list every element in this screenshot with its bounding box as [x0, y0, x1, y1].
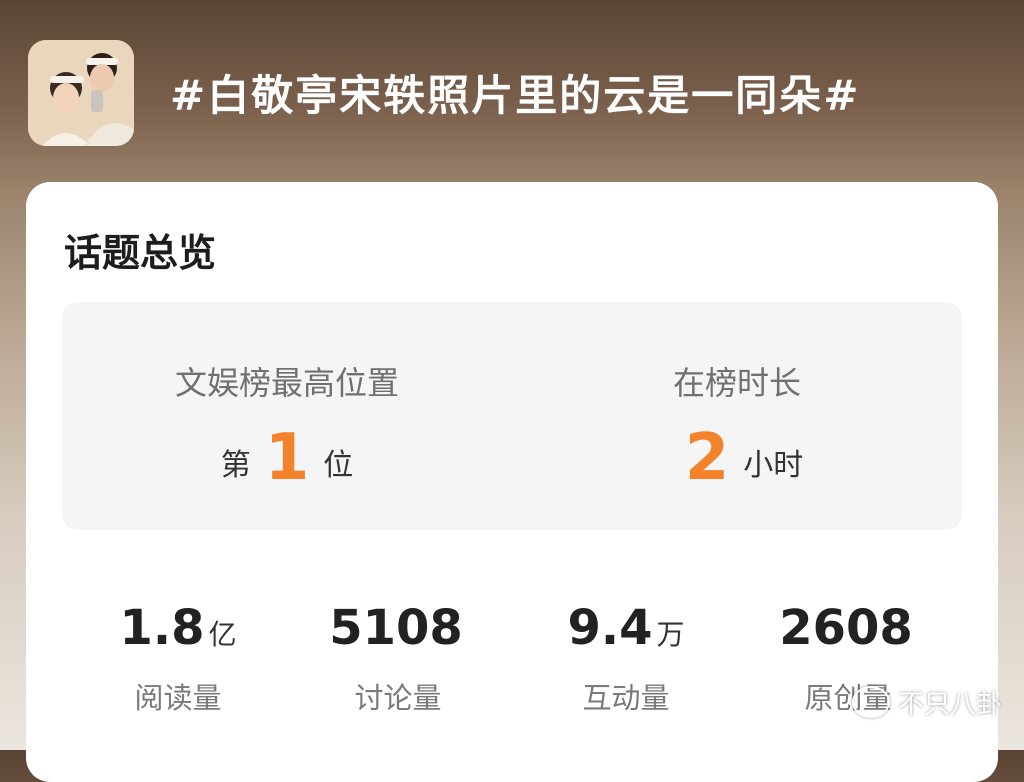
metric-number: 9.4 万 [516, 600, 736, 663]
duration-value: 2 小时 [512, 426, 962, 498]
metric-unit [913, 618, 917, 651]
metric-value: 2608 [779, 600, 913, 656]
duration-stat: 在榜时长 2 小时 [512, 302, 962, 530]
rank-number: 1 [264, 421, 310, 495]
highest-rank-label: 文娱榜最高位置 [174, 364, 399, 402]
metric-label: 讨论量 [354, 681, 442, 715]
topic-header: #白敬亭宋轶照片里的云是一同朵# [0, 0, 1024, 180]
wechat-icon [852, 686, 890, 718]
metric-label: 阅读量 [134, 681, 222, 715]
metric-unit: 亿 [208, 618, 237, 651]
rank-prefix: 第 [220, 448, 251, 483]
topic-avatar[interactable] [28, 40, 134, 146]
highest-rank-stat: 文娱榜最高位置 第1位 [62, 302, 512, 530]
metric-number: 5108 [288, 600, 508, 663]
metric-number: 2608 [738, 600, 958, 663]
metric-discussions: 5108 讨论量 [288, 600, 508, 717]
duration-unit: 小时 [743, 448, 804, 483]
metric-reads: 1.8 亿 阅读量 [68, 600, 288, 717]
metric-number: 1.8 亿 [68, 600, 288, 663]
couple-photo-image [28, 40, 134, 146]
duration-number: 2 [684, 421, 730, 495]
metric-unit: 万 [656, 618, 685, 651]
metric-value: 1.8 [119, 600, 205, 656]
metric-label: 互动量 [582, 681, 670, 715]
watermark: 不只八卦 [852, 680, 1002, 724]
metric-interactions: 9.4 万 互动量 [516, 600, 736, 717]
metric-value: 9.4 [567, 600, 653, 656]
ranking-panel: 文娱榜最高位置 第1位 在榜时长 2 小时 [62, 302, 962, 530]
metric-unit [463, 618, 467, 651]
watermark-text: 不只八卦 [898, 689, 1003, 720]
duration-label: 在榜时长 [672, 364, 801, 402]
metric-value: 5108 [329, 600, 463, 656]
highest-rank-value: 第1位 [62, 426, 512, 498]
overview-title: 话题总览 [64, 231, 217, 275]
topic-title: #白敬亭宋轶照片里的云是一同朵# [170, 71, 861, 120]
rank-suffix: 位 [323, 448, 354, 483]
